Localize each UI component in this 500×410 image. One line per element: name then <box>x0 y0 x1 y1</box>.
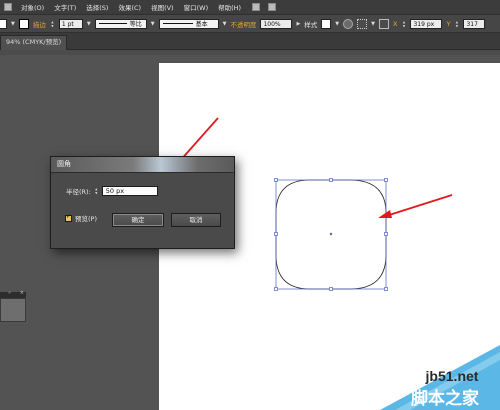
watermark-name: 脚本之家 <box>411 388 479 409</box>
preview-checkbox[interactable] <box>65 213 72 222</box>
dialog-title[interactable]: 圆角 <box>51 157 234 173</box>
watermark-site: jb51.net <box>425 368 479 384</box>
radius-label: 半径(R): <box>66 188 91 196</box>
radius-row: 半径(R): 50 px <box>66 186 158 196</box>
ok-button[interactable]: 确定 <box>112 213 164 227</box>
preview-row: 预览(P) <box>65 213 97 223</box>
red-arrow-shape <box>378 194 453 218</box>
cancel-button[interactable]: 取消 <box>171 213 221 227</box>
radius-stepper[interactable] <box>94 186 99 196</box>
center-point <box>329 232 333 236</box>
preview-label: 预览(P) <box>75 215 97 223</box>
radius-input[interactable]: 50 px <box>101 186 158 196</box>
round-corners-dialog: 圆角 半径(R): 50 px 预览(P) 确定 取消 <box>50 156 235 249</box>
